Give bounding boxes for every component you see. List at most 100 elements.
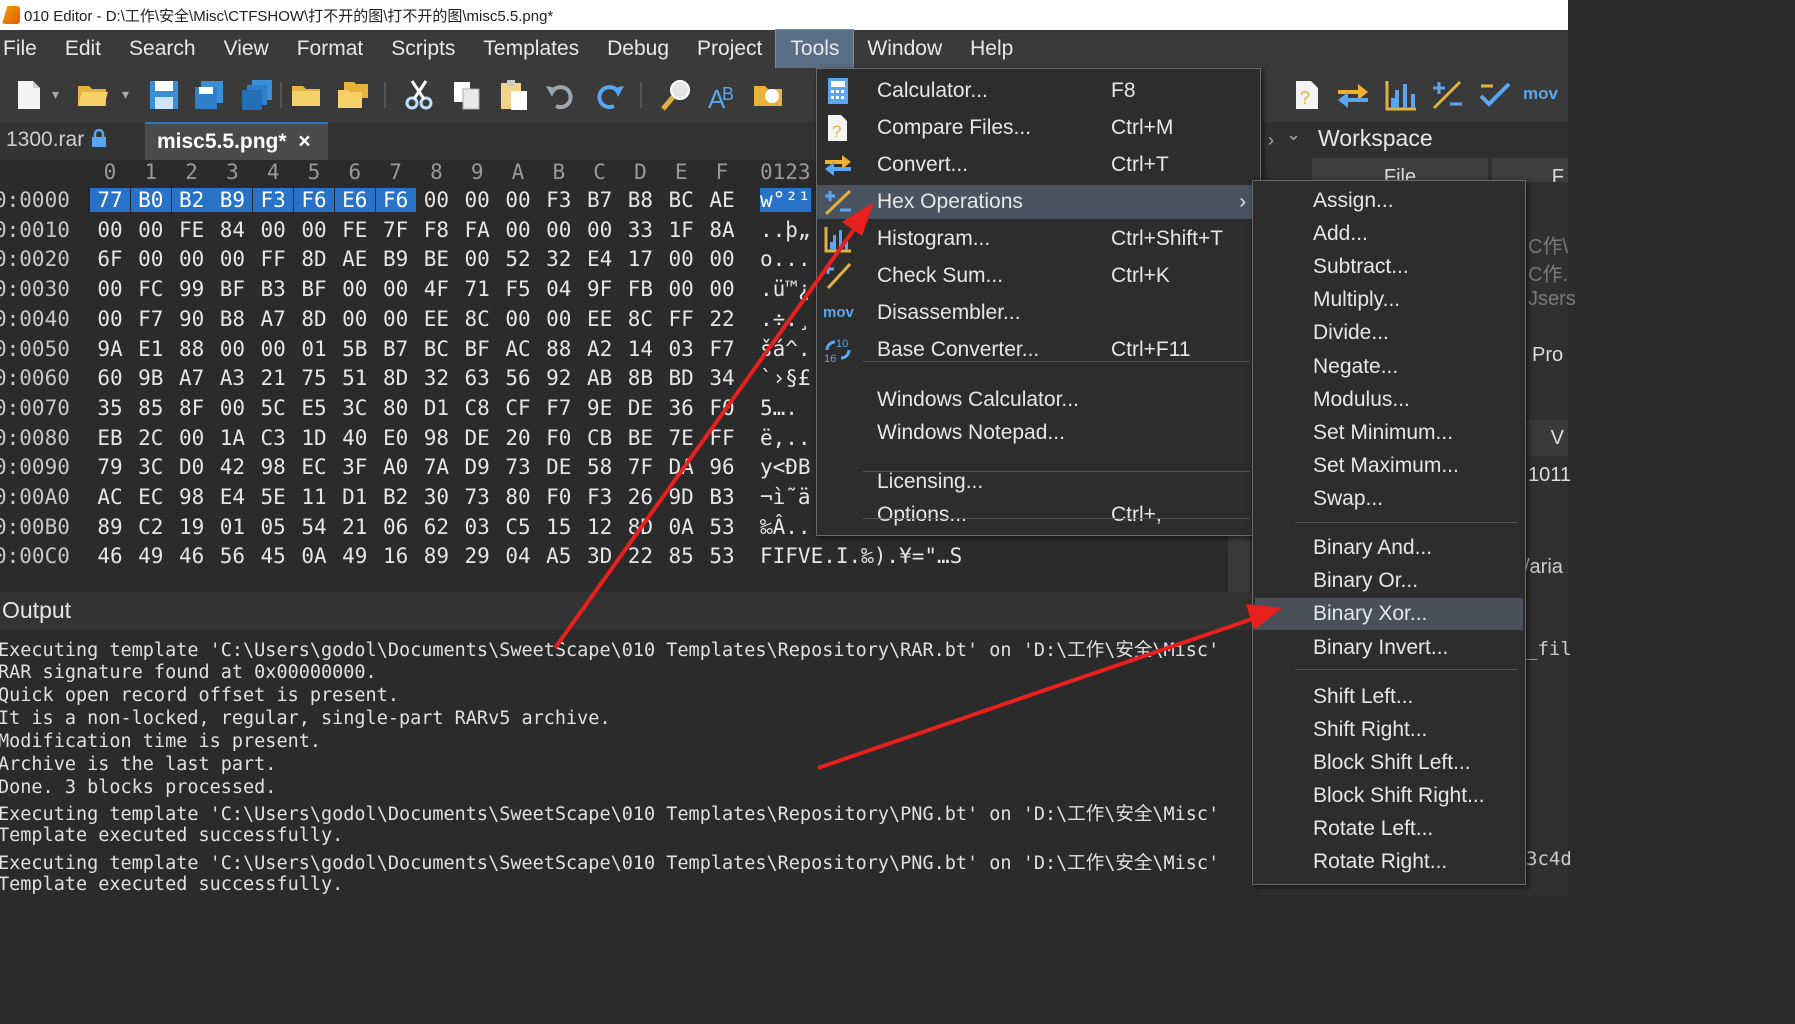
hex-byte[interactable]: F0	[702, 396, 742, 420]
hex-byte[interactable]: E4	[580, 247, 620, 271]
hex-byte[interactable]: B8	[620, 188, 660, 212]
hex-byte[interactable]: D1	[416, 396, 456, 420]
hex-byte[interactable]: 00	[212, 396, 252, 420]
hex-byte[interactable]: BE	[416, 247, 456, 271]
hex-byte[interactable]: 88	[172, 337, 212, 361]
hex-byte[interactable]: CF	[498, 396, 538, 420]
checksum-icon[interactable]	[1478, 78, 1512, 112]
hex-byte[interactable]: 8C	[620, 307, 660, 331]
hex-byte[interactable]: FF	[253, 247, 293, 271]
ascii-text[interactable]: .ü™¿	[760, 277, 811, 301]
menu-scripts[interactable]: Scripts	[377, 30, 469, 68]
undo-icon[interactable]	[544, 78, 578, 112]
hex-byte[interactable]: 01	[212, 515, 252, 539]
hex-byte[interactable]: 49	[131, 544, 171, 568]
hex-byte[interactable]: 00	[253, 337, 293, 361]
hex-byte[interactable]: B7	[580, 188, 620, 212]
hex-byte[interactable]: 15	[539, 515, 579, 539]
menu-help[interactable]: Help	[956, 30, 1027, 68]
hex-byte[interactable]: 3D	[580, 544, 620, 568]
tools-menu-item-check-sum[interactable]: Check Sum... Ctrl+K	[817, 259, 1260, 293]
hex-byte[interactable]: EC	[294, 455, 334, 479]
hex-byte[interactable]: 46	[90, 544, 130, 568]
save-icon[interactable]	[147, 78, 181, 112]
hex-byte[interactable]: A7	[253, 307, 293, 331]
hex-byte[interactable]: 00	[661, 247, 701, 271]
hex-byte[interactable]: 4F	[416, 277, 456, 301]
hex-byte[interactable]: F6	[375, 188, 416, 212]
hex-byte[interactable]: 21	[335, 515, 375, 539]
hex-byte[interactable]: B3	[253, 277, 293, 301]
hex-byte[interactable]: 79	[90, 455, 130, 479]
hex-byte[interactable]: 00	[212, 337, 252, 361]
hex-byte[interactable]: B9	[376, 247, 416, 271]
hex-byte[interactable]: AC	[498, 337, 538, 361]
hex-byte[interactable]: 54	[294, 515, 334, 539]
hex-byte[interactable]: 73	[457, 485, 497, 509]
hex-byte[interactable]: 92	[539, 366, 579, 390]
hex-byte[interactable]: 9F	[580, 277, 620, 301]
hex-byte[interactable]: 04	[539, 277, 579, 301]
hex-byte[interactable]: 8F	[172, 396, 212, 420]
submenu-item-binary-and[interactable]: Binary And...	[1255, 532, 1523, 564]
redo-icon[interactable]	[592, 78, 626, 112]
hex-byte[interactable]: FE	[172, 218, 212, 242]
hex-byte[interactable]: 46	[172, 544, 212, 568]
hex-byte[interactable]: 1F	[661, 218, 701, 242]
hex-byte[interactable]: 32	[416, 366, 456, 390]
hex-byte[interactable]: CB	[580, 426, 620, 450]
hex-byte[interactable]: 58	[580, 455, 620, 479]
tab-1300-rar[interactable]: 1300.rar	[0, 122, 114, 160]
submenu-item-divide[interactable]: Divide...	[1255, 317, 1523, 349]
hex-byte[interactable]: 56	[498, 366, 538, 390]
hex-byte[interactable]: FC	[131, 277, 171, 301]
tools-menu-item-windows-calculator[interactable]: Windows Calculator...	[817, 383, 1260, 417]
hex-byte[interactable]: DE	[457, 426, 497, 450]
hex-byte[interactable]: 40	[335, 426, 375, 450]
hex-byte[interactable]: 17	[620, 247, 660, 271]
hex-byte[interactable]: 49	[335, 544, 375, 568]
hex-byte[interactable]: B2	[376, 485, 416, 509]
hex-byte[interactable]: 75	[294, 366, 334, 390]
hex-byte[interactable]: C2	[131, 515, 171, 539]
hex-byte[interactable]: 00	[172, 247, 212, 271]
paste-icon[interactable]	[497, 78, 531, 112]
hex-byte[interactable]: 45	[253, 544, 293, 568]
hex-byte[interactable]: E6	[334, 188, 375, 212]
hex-byte[interactable]: 00	[335, 307, 375, 331]
hex-byte[interactable]: 03	[457, 515, 497, 539]
menu-format[interactable]: Format	[283, 30, 378, 68]
submenu-item-set-maximum[interactable]: Set Maximum...	[1255, 450, 1523, 482]
hex-byte[interactable]: 16	[376, 544, 416, 568]
hex-byte[interactable]: 26	[620, 485, 660, 509]
ascii-text[interactable]: y<ÐB	[760, 455, 811, 479]
hex-byte[interactable]: 00	[661, 277, 701, 301]
hex-byte[interactable]: BF	[457, 337, 497, 361]
hex-byte[interactable]: D1	[335, 485, 375, 509]
hex-byte[interactable]: BF	[294, 277, 334, 301]
hex-byte[interactable]: F3	[253, 188, 294, 212]
hex-byte[interactable]: 36	[661, 396, 701, 420]
open-workspace-icon[interactable]	[336, 78, 370, 112]
hex-byte[interactable]: 84	[212, 218, 252, 242]
goto-icon[interactable]	[752, 78, 786, 112]
hex-byte[interactable]: C8	[457, 396, 497, 420]
hex-byte[interactable]: 2C	[131, 426, 171, 450]
hex-byte[interactable]: 00	[90, 218, 130, 242]
hex-byte[interactable]: 00	[90, 307, 130, 331]
hex-byte[interactable]: 01	[294, 337, 334, 361]
hex-byte[interactable]: E4	[212, 485, 252, 509]
submenu-item-assign[interactable]: Assign...	[1255, 185, 1523, 217]
hex-byte[interactable]: FF	[702, 426, 742, 450]
hex-byte[interactable]: 73	[498, 455, 538, 479]
hex-byte[interactable]: AE	[335, 247, 375, 271]
hex-byte[interactable]: 89	[90, 515, 130, 539]
ascii-text[interactable]: šá^.	[760, 337, 811, 361]
hex-byte[interactable]: BC	[661, 188, 701, 212]
hex-byte[interactable]: E5	[294, 396, 334, 420]
hex-byte[interactable]: 22	[620, 544, 660, 568]
hex-byte[interactable]: 05	[253, 515, 293, 539]
hex-byte[interactable]: 00	[539, 307, 579, 331]
hex-byte[interactable]: DA	[661, 455, 701, 479]
hex-byte[interactable]: 9B	[131, 366, 171, 390]
